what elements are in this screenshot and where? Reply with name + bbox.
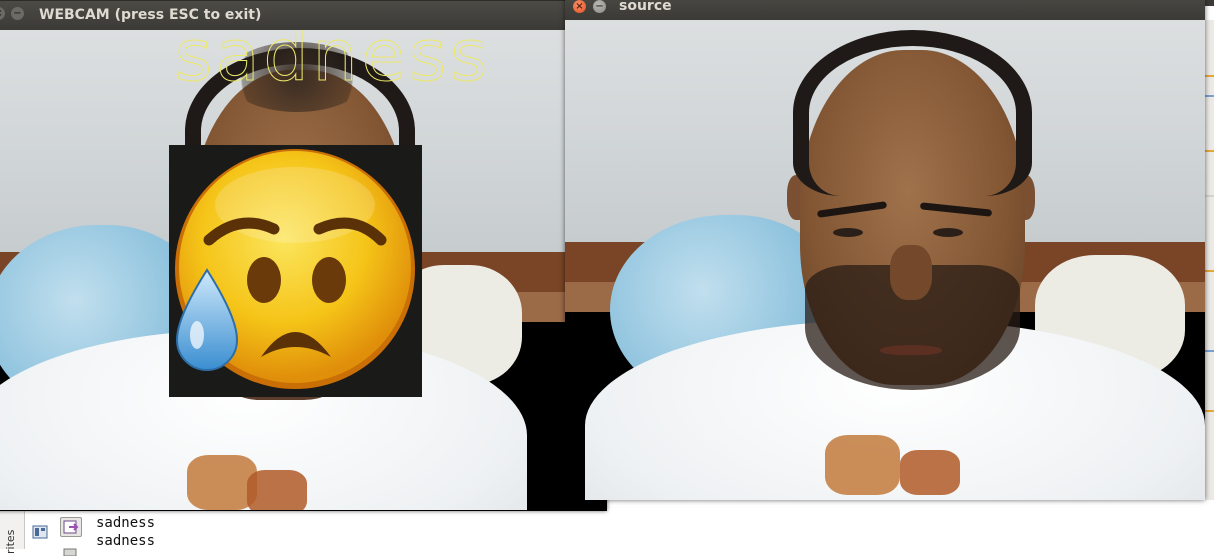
window-title: WEBCAM (press ESC to exit) bbox=[39, 7, 262, 23]
favorites-side-tab[interactable]: rites bbox=[0, 510, 25, 554]
webcam-window[interactable]: × − WEBCAM (press ESC to exit) sadness bbox=[0, 1, 607, 511]
ide-editor-edge bbox=[1204, 20, 1214, 500]
webcam-titlebar[interactable]: × − WEBCAM (press ESC to exit) bbox=[0, 1, 607, 30]
console-line: sadness bbox=[96, 533, 156, 549]
layout-toggle-icon[interactable] bbox=[30, 523, 50, 541]
source-titlebar[interactable]: × − source bbox=[565, 0, 1205, 20]
export-icon[interactable] bbox=[60, 517, 82, 537]
emotion-label: sadness bbox=[174, 30, 492, 97]
source-window[interactable]: × − source bbox=[565, 0, 1205, 500]
webcam-video-frame: sadness bbox=[0, 30, 607, 511]
close-icon[interactable]: × bbox=[573, 0, 586, 13]
console-panel bbox=[0, 510, 1214, 549]
source-video-frame bbox=[565, 20, 1205, 500]
source-scene bbox=[565, 20, 1205, 500]
console-line: sadness bbox=[96, 515, 156, 531]
minimize-icon[interactable]: − bbox=[593, 0, 606, 13]
close-icon[interactable]: × bbox=[0, 7, 5, 20]
print-icon[interactable] bbox=[60, 541, 80, 559]
anxious-face-with-sweat-icon bbox=[169, 145, 422, 397]
minimize-icon[interactable]: − bbox=[11, 7, 24, 20]
window-title: source bbox=[619, 0, 672, 14]
side-tab-label: rites bbox=[4, 529, 17, 554]
